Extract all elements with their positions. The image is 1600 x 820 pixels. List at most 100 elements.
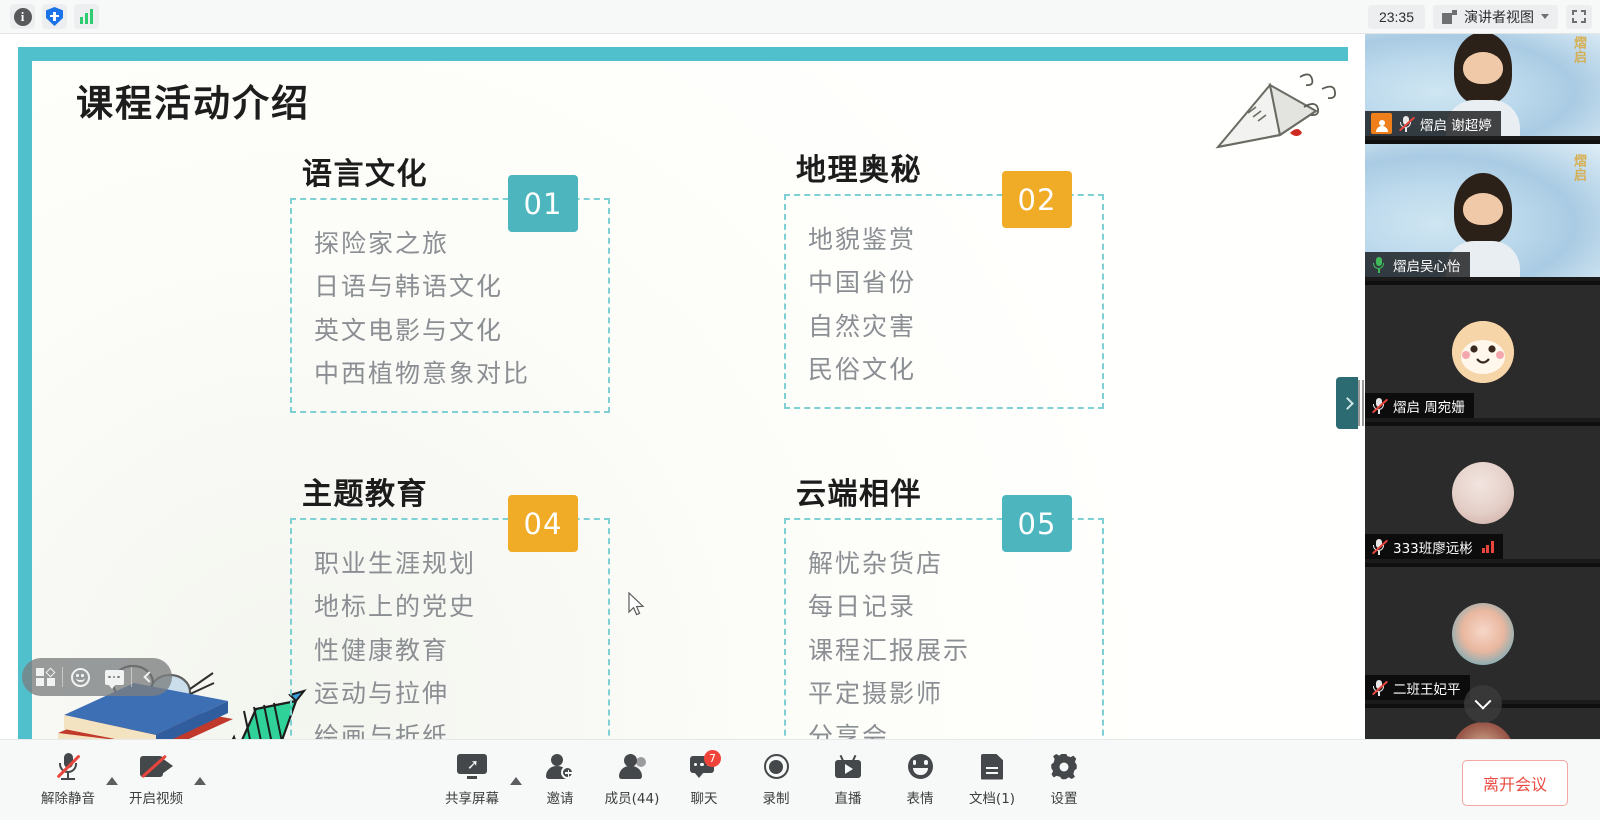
start-video-button[interactable]: 开启视频: [120, 750, 192, 811]
meeting-toolbar: 解除静音 开启视频 ➚ 共享屏幕 邀请 成员(44) 7 聊天 录制 直播 表情…: [0, 739, 1600, 820]
collapse-left-icon[interactable]: [132, 658, 166, 696]
video-tile[interactable]: 333班廖远彬: [1365, 426, 1600, 559]
watermark: 熠启: [1571, 36, 1586, 64]
chevron-down-icon: [1474, 692, 1491, 710]
settings-button[interactable]: 设置: [1028, 750, 1100, 811]
settings-label: 设置: [1050, 790, 1078, 807]
chevron-right-icon: [1340, 396, 1354, 410]
main-actions-group: ➚ 共享屏幕 邀请 成员(44) 7 聊天 录制 直播 表情 文档(1) 设置: [436, 750, 1100, 811]
section-block: 主题教育 04 职业生涯规划 地标上的党史 性健康教育 运动与拉伸 绘画与折纸: [290, 469, 610, 739]
section-item-list: 解忧杂货店 每日记录 课程汇报展示 平定摄影师 分享会: [808, 542, 1080, 739]
annotation-toolbar: [22, 658, 172, 696]
live-icon: [835, 750, 861, 784]
section-block: 云端相伴 05 解忧杂货店 每日记录 课程汇报展示 平定摄影师 分享会: [784, 469, 1104, 739]
participant-name: 二班王妃平: [1393, 681, 1461, 698]
chat-label: 聊天: [690, 790, 718, 807]
video-tile[interactable]: 熠启 周宛姗: [1365, 285, 1600, 418]
participant-name-bar: 熠启 谢超婷: [1365, 111, 1501, 136]
camera-off-icon: [139, 750, 173, 784]
avatar: [1451, 461, 1514, 524]
participant-name: 333班廖远彬: [1393, 540, 1473, 557]
emoji-icon[interactable]: [63, 658, 97, 696]
section-box: 05 解忧杂货店 每日记录 课程汇报展示 平定摄影师 分享会: [784, 495, 1104, 739]
list-item: 绘画与折纸: [314, 722, 450, 739]
list-item: 性健康教育: [314, 635, 450, 665]
section-block: 地理奥秘 02 地貌鉴赏 中国省份 自然灾害 民俗文化: [784, 145, 1104, 409]
slide-canvas: 课程活动介绍 语言文化 01 探险家之旅 日语与韩语文化 英文电影与文化 中西植…: [32, 61, 1348, 739]
chat-icon: 7: [690, 750, 721, 784]
section-item-list: 职业生涯规划 地标上的党史 性健康教育 运动与拉伸 绘画与折纸: [314, 542, 586, 739]
share-screen-icon: ➚: [457, 750, 487, 784]
documents-button[interactable]: 文档(1): [956, 750, 1028, 811]
meeting-window: i 23:35 演讲者视图 课程活动介绍 语言文化 01 探险家之旅 日语与韩语…: [0, 0, 1600, 820]
collapse-panel-button[interactable]: [1336, 377, 1358, 429]
section-item-list: 探险家之旅 日语与韩语文化 英文电影与文化 中西植物意象对比: [314, 222, 586, 395]
audio-level-icon: [1481, 540, 1494, 553]
participant-name-bar: 二班王妃平: [1365, 675, 1470, 700]
slide-frame: 课程活动介绍 语言文化 01 探险家之旅 日语与韩语文化 英文电影与文化 中西植…: [18, 47, 1348, 739]
view-mode-selector[interactable]: 演讲者视图: [1433, 4, 1558, 29]
start-video-label: 开启视频: [129, 790, 183, 807]
record-icon: [763, 750, 789, 784]
audio-options-caret-icon[interactable]: [106, 776, 118, 785]
invite-label: 邀请: [546, 790, 574, 807]
chat-button[interactable]: 7 聊天: [668, 750, 740, 811]
host-icon: [1371, 113, 1392, 134]
unmute-label: 解除静音: [41, 790, 95, 807]
layout-icon: [1442, 9, 1457, 24]
documents-label: 文档(1): [968, 790, 1016, 807]
slide-title: 课程活动介绍: [76, 82, 310, 125]
invite-button[interactable]: 邀请: [524, 750, 596, 811]
mic-on-icon: [1371, 256, 1387, 273]
reactions-label: 表情: [906, 790, 934, 807]
reactions-button[interactable]: 表情: [884, 750, 956, 811]
invite-user-icon: [546, 750, 574, 784]
list-item: 中西植物意象对比: [314, 358, 531, 388]
live-button[interactable]: 直播: [812, 750, 884, 811]
participants-button[interactable]: 成员(44): [596, 750, 668, 811]
network-bars-icon[interactable]: [74, 4, 99, 29]
participant-name-bar: 熠启 周宛姗: [1365, 393, 1474, 418]
clock: 23:35: [1367, 4, 1425, 29]
fullscreen-button[interactable]: [1566, 4, 1592, 29]
unmute-button[interactable]: 解除静音: [32, 750, 104, 811]
document-icon: [981, 750, 1003, 784]
top-bar-right-controls: 23:35 演讲者视图: [1367, 4, 1600, 29]
avatar: [1451, 320, 1514, 383]
section-item-list: 地貌鉴赏 中国省份 自然灾害 民俗文化: [808, 218, 1080, 391]
video-options-caret-icon[interactable]: [194, 776, 206, 785]
mic-muted-icon: [55, 750, 81, 784]
participant-name: 熠启 周宛姗: [1393, 399, 1465, 416]
comment-icon[interactable]: [97, 658, 131, 696]
video-tile[interactable]: 熠启 熠启吴心怡: [1365, 144, 1600, 277]
mic-muted-icon: [1398, 115, 1416, 132]
shapes-icon[interactable]: [28, 658, 62, 696]
avatar: [1451, 602, 1514, 665]
section-block: 语言文化 01 探险家之旅 日语与韩语文化 英文电影与文化 中西植物意象对比: [290, 149, 610, 413]
mic-muted-icon: [1371, 397, 1389, 414]
live-label: 直播: [834, 790, 862, 807]
leave-meeting-button[interactable]: 离开会议: [1461, 760, 1568, 806]
mouse-cursor: [628, 592, 645, 616]
video-tile[interactable]: 熠启 熠启 谢超婷: [1365, 34, 1600, 136]
info-icon[interactable]: i: [10, 4, 35, 29]
participants-icon: [618, 750, 646, 784]
list-item: 运动与拉伸: [314, 678, 450, 708]
mic-muted-icon: [1371, 679, 1389, 696]
top-bar-left-icons: i: [0, 4, 99, 29]
participant-video-panel[interactable]: 熠启 熠启 谢超婷 熠启 熠启吴心怡 熠启 周宛姗 333班廖远彬 二班王妃平: [1365, 34, 1600, 739]
panel-resize-grip[interactable]: [1358, 380, 1364, 426]
shared-screen-stage: 课程活动介绍 语言文化 01 探险家之旅 日语与韩语文化 英文电影与文化 中西植…: [0, 34, 1365, 739]
share-options-caret-icon[interactable]: [510, 776, 522, 785]
share-screen-button[interactable]: ➚ 共享屏幕: [436, 750, 508, 811]
record-button[interactable]: 录制: [740, 750, 812, 811]
participant-name-bar: 333班廖远彬: [1365, 534, 1503, 559]
video-tile[interactable]: 二班王妃平: [1365, 567, 1600, 700]
section-badge: 05: [1002, 495, 1072, 552]
participant-name: 熠启 谢超婷: [1420, 117, 1492, 134]
scroll-down-button[interactable]: [1463, 685, 1502, 723]
shield-plus-icon[interactable]: [42, 4, 67, 29]
list-item: 自然灾害: [808, 311, 917, 341]
section-badge: 01: [508, 175, 578, 232]
paper-plane-decoration: [1215, 73, 1337, 149]
